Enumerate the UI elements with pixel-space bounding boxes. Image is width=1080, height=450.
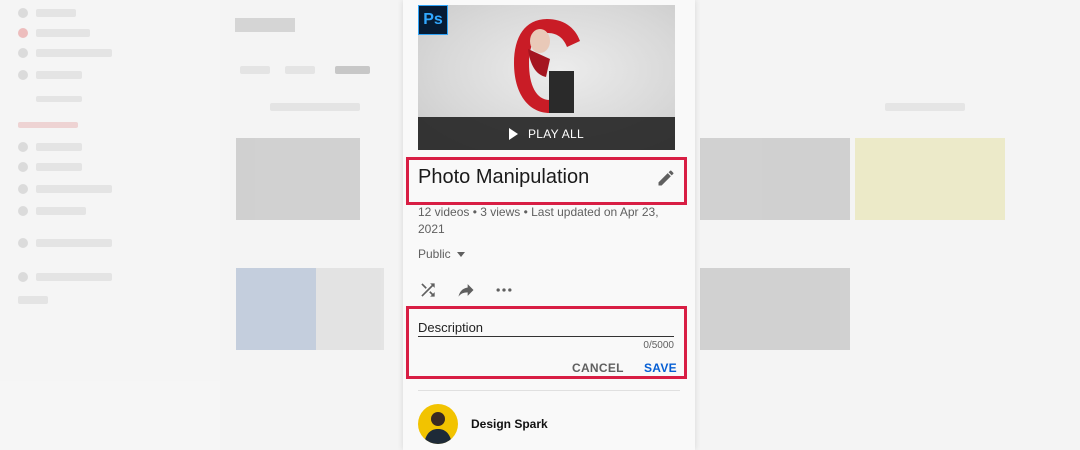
privacy-dropdown[interactable]: Public <box>418 247 465 261</box>
playlist-owner[interactable]: Design Spark <box>418 404 548 444</box>
save-button[interactable]: SAVE <box>644 361 677 375</box>
cancel-button[interactable]: CANCEL <box>572 361 624 375</box>
playlist-title: Photo Manipulation <box>418 166 590 188</box>
playlist-actions <box>418 280 514 300</box>
divider <box>418 390 680 391</box>
pencil-icon[interactable] <box>656 168 676 188</box>
background-thumbnail <box>236 268 316 350</box>
background-thumbnail <box>700 138 850 220</box>
thumbnail-artwork <box>514 19 580 113</box>
avatar-person-icon <box>424 412 452 444</box>
play-all-button[interactable]: PLAY ALL <box>418 117 675 150</box>
background-thumbnail <box>236 138 360 220</box>
background-sidebar <box>0 0 220 450</box>
background-channel-title <box>235 18 295 32</box>
avatar[interactable] <box>418 404 458 444</box>
photoshop-logo: Ps <box>418 5 448 35</box>
caret-down-icon <box>456 251 465 257</box>
shuffle-icon[interactable] <box>418 280 438 300</box>
more-horizontal-icon[interactable] <box>494 280 514 300</box>
playlist-thumbnail[interactable]: Ps PLAY ALL <box>418 5 675 150</box>
play-icon <box>508 127 518 140</box>
background-thumbnail <box>855 138 1005 220</box>
privacy-value: Public <box>418 247 451 261</box>
share-icon[interactable] <box>456 280 476 300</box>
owner-name[interactable]: Design Spark <box>471 417 548 431</box>
playlist-stats: 12 videos • 3 views • Last updated on Ap… <box>418 205 659 236</box>
description-input[interactable]: Description <box>418 320 674 337</box>
playlist-details-card: Ps PLAY ALL Photo Manipulation 12 videos… <box>403 0 695 450</box>
background-thumbnail <box>700 268 850 350</box>
title-row: Photo Manipulation <box>418 166 676 189</box>
play-all-label: PLAY ALL <box>527 126 584 141</box>
description-character-counter: 0/5000 <box>643 340 674 351</box>
